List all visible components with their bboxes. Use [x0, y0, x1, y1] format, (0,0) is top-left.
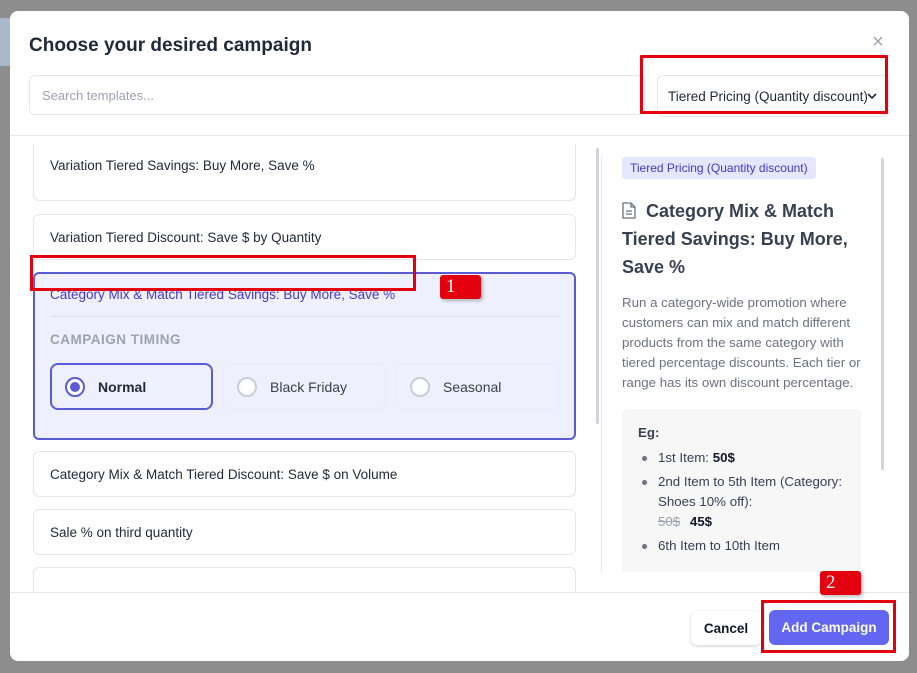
chevron-down-icon: [867, 93, 877, 100]
template-item-label: Category Mix & Match Tiered Savings: Buy…: [50, 287, 396, 302]
template-list: Variation Tiered Savings: Buy More, Save…: [10, 136, 600, 592]
preview-description: Run a category-wide promotion where cust…: [622, 295, 861, 390]
example-item: 6th Item to 10th Item: [638, 536, 846, 556]
category-select[interactable]: Tiered Pricing (Quantity discount): [657, 75, 889, 117]
document-icon: [622, 202, 636, 219]
template-item-category-mix-discount[interactable]: Category Mix & Match Tiered Discount: Sa…: [33, 451, 576, 497]
template-item-label: Variation Tiered Savings: Buy More, Save…: [50, 158, 315, 173]
template-item-label: Sale % on third quantity: [50, 524, 193, 540]
search-input[interactable]: [29, 75, 645, 115]
timing-option-label: Normal: [98, 378, 147, 395]
item-divider: [50, 316, 559, 317]
campaign-modal: Choose your desired campaign × Tiered Pr…: [10, 11, 909, 661]
modal-title: Choose your desired campaign: [29, 35, 312, 56]
radio-unchecked-icon: [410, 376, 430, 397]
template-item-category-mix-savings[interactable]: Category Mix & Match Tiered Savings: Buy…: [33, 272, 576, 440]
template-item-label: Category Mix & Match Tiered Discount: Sa…: [50, 466, 398, 482]
template-item-label: Variation Tiered Discount: Save $ by Qua…: [50, 229, 322, 245]
example-price: 50$: [712, 450, 735, 465]
radio-unchecked-icon: [237, 376, 257, 397]
add-campaign-button[interactable]: Add Campaign: [769, 610, 889, 645]
template-item-sale-third-quantity[interactable]: Sale % on third quantity: [33, 509, 576, 555]
footer-divider: [10, 592, 909, 593]
example-item: 2nd Item to 5th Item (Category: Shoes 10…: [638, 472, 846, 532]
timing-option-normal[interactable]: Normal: [50, 363, 213, 410]
timing-option-label: Black Friday: [270, 378, 348, 395]
preview-scrollbar[interactable]: [881, 158, 884, 470]
example-item: 1st Item: 50$: [638, 448, 846, 468]
template-item-partial[interactable]: [33, 567, 576, 592]
preview-title-text: Category Mix & Match Tiered Savings: Buy…: [622, 201, 848, 277]
preview-title: Category Mix & Match Tiered Savings: Buy…: [622, 197, 861, 281]
template-item-variation-tiered-savings[interactable]: Variation Tiered Savings: Buy More, Save…: [33, 144, 576, 201]
campaign-timing-label: CAMPAIGN TIMING: [50, 332, 181, 347]
cancel-button[interactable]: Cancel: [691, 611, 761, 645]
example-heading: Eg:: [638, 425, 660, 440]
template-preview: Tiered Pricing (Quantity discount) Categ…: [601, 156, 861, 572]
template-item-variation-tiered-discount[interactable]: Variation Tiered Discount: Save $ by Qua…: [33, 214, 576, 260]
timing-option-seasonal[interactable]: Seasonal: [396, 363, 559, 410]
annotation-badge-2: 2: [820, 571, 861, 595]
preview-example: Eg: 1st Item: 50$ 2nd Item to 5th Item (…: [622, 409, 861, 572]
list-scrollbar[interactable]: [596, 148, 599, 424]
timing-option-label: Seasonal: [443, 378, 502, 395]
background-app-edge: [0, 18, 10, 66]
close-icon[interactable]: ×: [869, 31, 887, 53]
example-old-price: 50$: [658, 514, 681, 529]
annotation-badge-1: 1: [440, 275, 481, 299]
radio-checked-icon: [65, 376, 85, 397]
preview-category-tag: Tiered Pricing (Quantity discount): [622, 157, 816, 179]
example-price: 45$: [689, 514, 713, 529]
category-select-value: Tiered Pricing (Quantity discount): [668, 88, 868, 104]
timing-option-black-friday[interactable]: Black Friday: [223, 363, 386, 410]
